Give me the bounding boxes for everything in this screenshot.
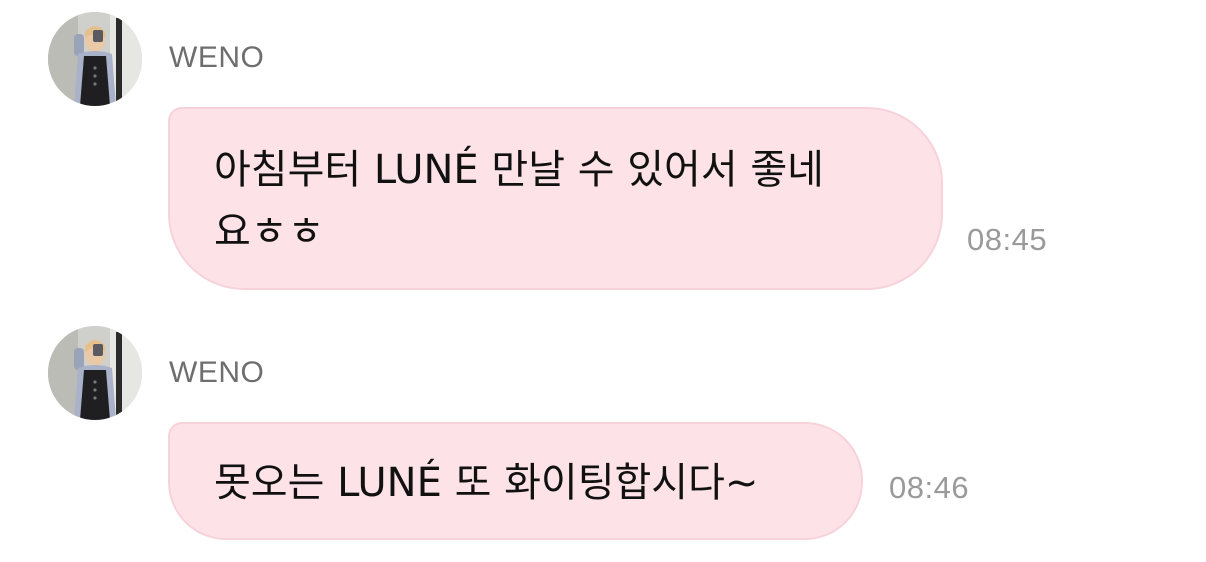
message-timestamp: 08:46 xyxy=(889,470,970,505)
message-text: 아침부터 LUNÉ 만날 수 있어서 좋네 요ㅎㅎ xyxy=(214,147,824,255)
profile-photo-icon xyxy=(48,12,142,106)
message-timestamp: 08:45 xyxy=(967,222,1048,257)
profile-photo-icon xyxy=(48,326,142,420)
avatar[interactable] xyxy=(48,12,142,106)
message-bubble[interactable]: 못오는 LUNÉ 또 화이팅합시다~ xyxy=(168,422,863,540)
sender-name: WENO xyxy=(169,41,265,74)
message-bubble[interactable]: 아침부터 LUNÉ 만날 수 있어서 좋네 요ㅎㅎ xyxy=(168,107,943,290)
sender-name: WENO xyxy=(169,356,265,389)
avatar[interactable] xyxy=(48,326,142,420)
message-text: 못오는 LUNÉ 또 화이팅합시다~ xyxy=(214,460,759,506)
